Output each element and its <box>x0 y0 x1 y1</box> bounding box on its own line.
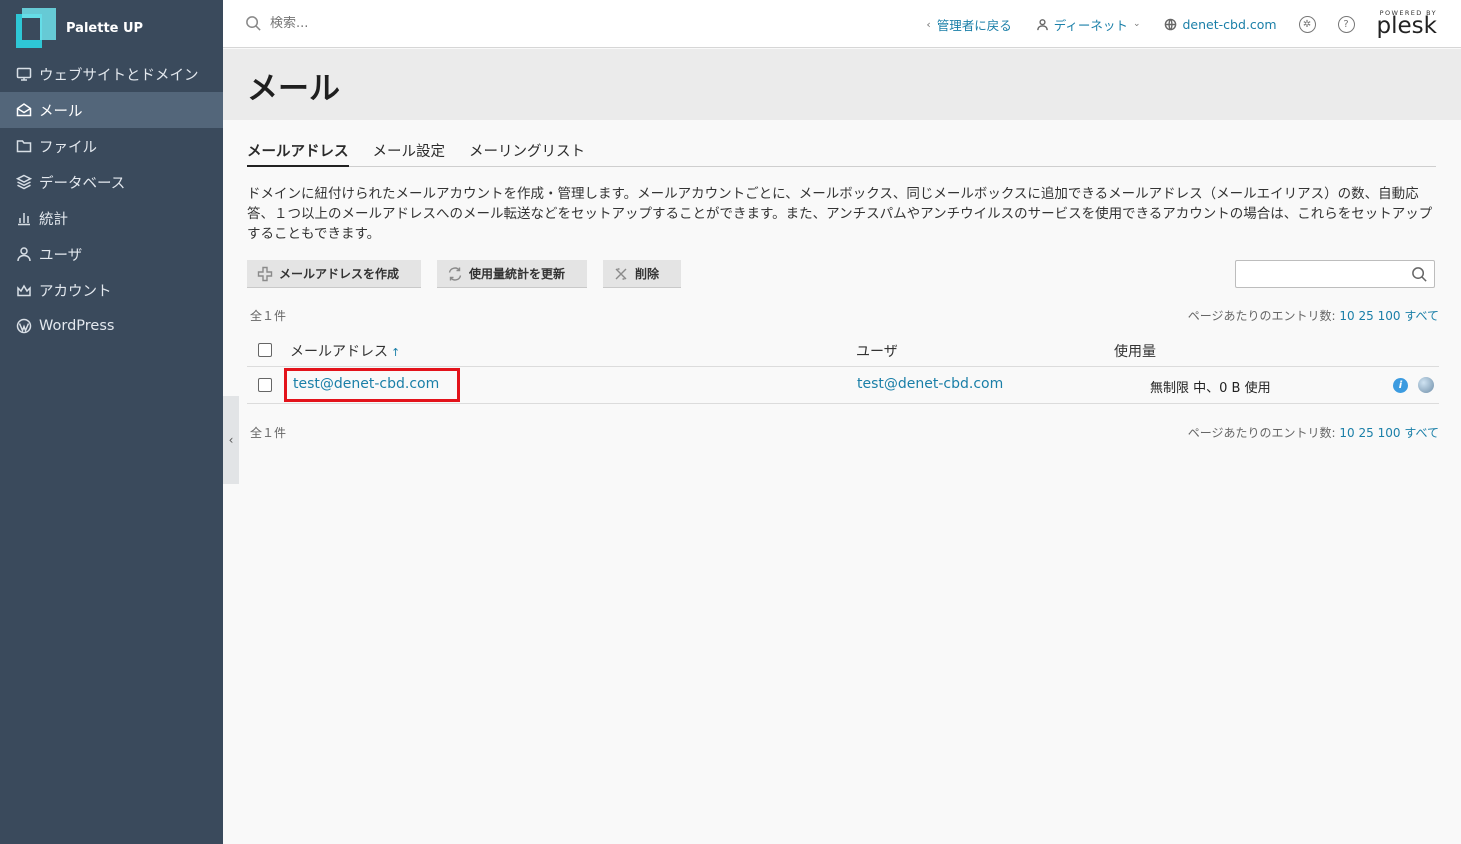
back-to-admin-label: 管理者に戻る <box>936 17 1012 33</box>
brand-name: Palette UP <box>66 20 144 36</box>
brand[interactable]: Palette UP <box>0 0 223 56</box>
user-icon <box>1036 18 1048 30</box>
pager: ページあたりのエントリ数: 10 25 100 すべて <box>1188 307 1439 324</box>
column-usage[interactable]: 使用量 <box>1114 341 1156 361</box>
page-header: メール <box>223 49 1461 120</box>
per-page-25[interactable]: 25 <box>1358 426 1373 440</box>
sidebar-item-label: メール <box>39 103 83 120</box>
plus-icon <box>257 266 273 281</box>
per-page-all[interactable]: すべて <box>1404 426 1439 440</box>
sidebar-item-label: 統計 <box>39 211 68 228</box>
tab-bar: メールアドレス メール設定 メーリングリスト <box>247 140 1436 167</box>
global-search <box>223 15 723 32</box>
page-title: メール <box>247 71 340 107</box>
tab-mailing-lists[interactable]: メーリングリスト <box>469 140 585 167</box>
toolbar: メールアドレスを作成 使用量統計を更新 削除 <box>247 260 1437 288</box>
plesk-logo: POWERED BY plesk <box>1377 10 1437 39</box>
delete-label: 削除 <box>635 267 660 281</box>
sidebar-item-files[interactable]: ファイル <box>0 128 223 164</box>
sidebar-item-wordpress[interactable]: WordPress <box>0 308 223 344</box>
community-icon[interactable]: ✲ <box>1298 15 1316 33</box>
create-email-label: メールアドレスを作成 <box>279 267 400 281</box>
per-page-label: ページあたりのエントリ数: <box>1187 426 1336 440</box>
sidebar-item-websites[interactable]: ウェブサイトとドメイン <box>0 56 223 92</box>
tab-email-addresses[interactable]: メールアドレス <box>247 140 349 167</box>
sidebar-item-label: ファイル <box>39 139 97 156</box>
brand-logo-icon <box>16 8 56 48</box>
global-search-input[interactable] <box>270 16 570 31</box>
sidebar-item-statistics[interactable]: 統計 <box>0 200 223 236</box>
tab-mail-settings[interactable]: メール設定 <box>373 140 446 167</box>
sidebar-item-account[interactable]: アカウント <box>0 272 223 308</box>
sidebar-item-label: ウェブサイトとドメイン <box>39 67 199 84</box>
list-search-input[interactable] <box>1236 261 1406 287</box>
help-icon[interactable]: ? <box>1337 15 1355 33</box>
sidebar-collapse-toggle[interactable]: ‹ <box>223 396 239 484</box>
usage-value: 無制限 中、0 B 使用 <box>1150 381 1271 396</box>
highlight-box <box>284 368 460 402</box>
sidebar-item-users[interactable]: ユーザ <box>0 236 223 272</box>
table-header: メールアドレス ↑ ユーザ 使用量 <box>247 334 1439 367</box>
select-all-checkbox[interactable] <box>258 343 272 357</box>
sidebar-item-label: ユーザ <box>39 247 83 264</box>
webmail-icon[interactable] <box>1418 377 1434 393</box>
wordpress-icon <box>15 318 32 335</box>
table-row: test@denet-cbd.com test@denet-cbd.com 無制… <box>247 367 1439 404</box>
top-bar: ‹ 管理者に戻る ディーネット ⌄ denet-cbd.com ✲ ? POWE… <box>223 0 1461 48</box>
list-search <box>1235 260 1435 288</box>
top-right-area: ‹ 管理者に戻る ディーネット ⌄ denet-cbd.com ✲ ? POWE… <box>902 0 1437 48</box>
row-checkbox[interactable] <box>258 378 272 392</box>
crown-icon <box>15 282 32 299</box>
delete-icon <box>615 267 627 280</box>
back-to-admin-link[interactable]: ‹ 管理者に戻る <box>926 15 1011 34</box>
list-count-top: 全１件 ページあたりのエントリ数: 10 25 100 すべて <box>250 307 1439 323</box>
folder-icon <box>15 138 32 155</box>
domain-label: denet-cbd.com <box>1182 16 1277 32</box>
delete-button[interactable]: 削除 <box>603 260 681 288</box>
sidebar: Palette UP ウェブサイトとドメイン メール ファイル データベース 統… <box>0 0 223 844</box>
user-menu-label: ディーネット <box>1053 17 1128 33</box>
layers-icon <box>15 174 32 191</box>
refresh-usage-label: 使用量統計を更新 <box>469 267 566 281</box>
user-link[interactable]: test@denet-cbd.com <box>857 376 1003 392</box>
sidebar-item-label: アカウント <box>39 283 112 300</box>
page-description: ドメインに紐付けられたメールアカウントを作成・管理します。メールアカウントごとに… <box>247 186 1433 242</box>
per-page-100[interactable]: 100 <box>1378 426 1401 440</box>
user-icon <box>15 246 32 263</box>
per-page-25[interactable]: 25 <box>1358 309 1373 323</box>
sidebar-item-label: WordPress <box>39 318 115 334</box>
plesk-wordmark: plesk <box>1376 13 1437 40</box>
search-icon[interactable] <box>1411 266 1428 283</box>
user-menu[interactable]: ディーネット ⌄ <box>1036 15 1141 34</box>
create-email-button[interactable]: メールアドレスを作成 <box>247 260 421 288</box>
sidebar-item-mail[interactable]: メール <box>0 92 223 128</box>
info-icon[interactable]: i <box>1393 378 1408 393</box>
chevron-left-icon: ‹ <box>926 17 931 31</box>
refresh-usage-button[interactable]: 使用量統計を更新 <box>437 260 587 288</box>
domain-link[interactable]: denet-cbd.com <box>1164 16 1277 32</box>
column-email-label: メールアドレス <box>290 344 388 360</box>
refresh-icon <box>448 266 462 281</box>
pager: ページあたりのエントリ数: 10 25 100 すべて <box>1188 424 1439 441</box>
column-user[interactable]: ユーザ <box>856 341 898 361</box>
per-page-10[interactable]: 10 <box>1339 309 1354 323</box>
chevron-down-icon: ⌄ <box>1132 19 1141 29</box>
sidebar-item-label: データベース <box>39 175 126 192</box>
column-email[interactable]: メールアドレス ↑ <box>290 341 400 361</box>
per-page-10[interactable]: 10 <box>1339 426 1354 440</box>
per-page-100[interactable]: 100 <box>1378 309 1401 323</box>
total-count: 全１件 <box>250 309 287 323</box>
search-icon <box>246 16 261 31</box>
sort-asc-icon: ↑ <box>391 346 401 359</box>
list-count-bottom: 全１件 ページあたりのエントリ数: 10 25 100 すべて <box>250 424 1439 440</box>
globe-icon <box>1165 18 1177 30</box>
total-count: 全１件 <box>250 426 287 440</box>
monitor-icon <box>15 66 32 83</box>
per-page-all[interactable]: すべて <box>1404 309 1439 323</box>
bar-chart-icon <box>15 210 32 227</box>
per-page-label: ページあたりのエントリ数: <box>1187 309 1336 323</box>
sidebar-item-databases[interactable]: データベース <box>0 164 223 200</box>
mail-icon <box>15 102 32 119</box>
